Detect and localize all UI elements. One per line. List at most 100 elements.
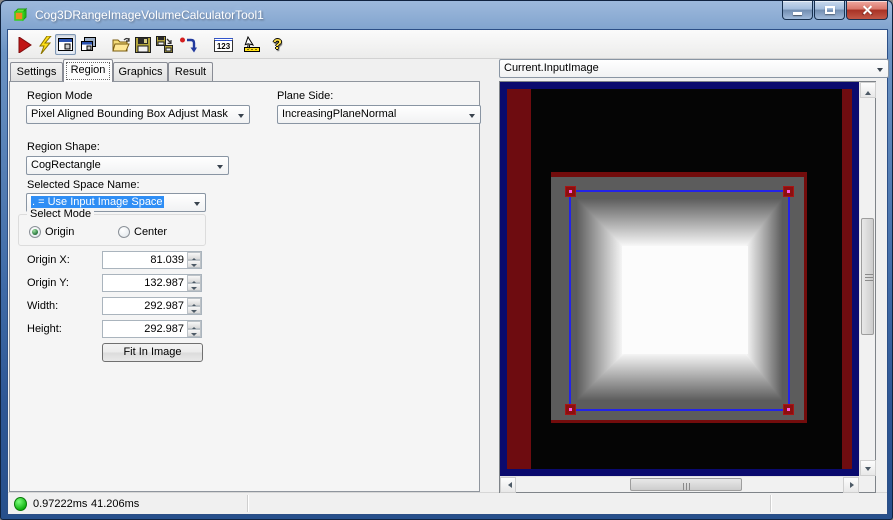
window-title: Cog3DRangeImageVolumeCalculatorTool1 (35, 8, 264, 22)
height-field[interactable]: 292.987 (102, 320, 202, 338)
float-window-icon (80, 37, 96, 51)
chevron-down-icon (877, 68, 883, 75)
region-handle-bottom-left[interactable] (565, 404, 576, 415)
open-button[interactable] (110, 34, 131, 55)
radio-icon (29, 226, 41, 238)
spin-down-button[interactable] (187, 260, 201, 268)
scroll-up-button[interactable] (860, 82, 876, 98)
region-handle-top-left[interactable] (565, 186, 576, 197)
tab-label: Graphics (118, 66, 163, 78)
mask-red-bar-left (507, 89, 531, 469)
focus-rectangle (66, 62, 110, 80)
close-button[interactable] (846, 1, 888, 20)
run-icon (18, 36, 32, 53)
plane-side-combobox[interactable]: IncreasingPlaneNormal (277, 105, 481, 124)
scroll-down-button[interactable] (860, 460, 876, 476)
display-source-value: Current.InputImage (504, 62, 599, 74)
image-viewport[interactable] (500, 82, 859, 476)
cursor-ruler-icon (244, 36, 260, 52)
spin-down-button[interactable] (187, 283, 201, 291)
save-as-icon (155, 36, 173, 53)
close-icon (862, 5, 873, 16)
save-as-button[interactable] (154, 34, 175, 55)
plane-side-label: Plane Side: (277, 90, 334, 102)
chevron-down-icon (469, 114, 475, 121)
origin-x-label: Origin X: (27, 254, 70, 266)
vertical-scroll-thumb[interactable] (861, 218, 874, 335)
region-rectangle-overlay[interactable] (565, 186, 794, 415)
spin-up-button[interactable] (187, 252, 201, 261)
spin-up-button[interactable] (187, 298, 201, 307)
origin-y-value: 132.987 (144, 277, 184, 289)
run-button[interactable] (14, 34, 35, 55)
status-green-indicator (14, 497, 27, 511)
maximize-button[interactable] (814, 1, 845, 20)
execution-time: 0.97222ms (33, 498, 88, 510)
mask-red-bar-right (842, 89, 852, 469)
status-separator (770, 495, 771, 512)
maximize-icon (824, 6, 835, 14)
radio-label: Origin (45, 226, 75, 238)
spin-up-button[interactable] (187, 321, 201, 330)
arrow-down-icon (865, 467, 871, 474)
width-label: Width: (27, 300, 59, 312)
region-mode-label: Region Mode (27, 90, 93, 102)
client-area: 123 ? Settings Region Graphics Result Re… (7, 29, 889, 515)
app-cube-icon (13, 7, 28, 22)
plane-side-value: IncreasingPlaneNormal (282, 108, 397, 120)
help-button[interactable]: ? (267, 34, 288, 55)
tab-region[interactable]: Region (63, 59, 113, 82)
tab-result[interactable]: Result (168, 62, 213, 81)
scroll-right-button[interactable] (843, 477, 859, 493)
reset-button[interactable] (177, 34, 198, 55)
tab-graphics[interactable]: Graphics (113, 62, 168, 81)
radio-origin[interactable]: Origin (29, 226, 74, 238)
width-stepper (187, 298, 201, 314)
region-shape-value: CogRectangle (31, 159, 101, 171)
scrollbar-corner (859, 476, 875, 492)
run-continuous-button[interactable] (34, 34, 55, 55)
region-handle-top-right[interactable] (783, 186, 794, 197)
select-mode-group: Select Mode Origin Center (18, 208, 206, 246)
chevron-down-icon (238, 114, 244, 121)
display-source-combobox[interactable]: Current.InputImage (499, 59, 889, 78)
lightning-icon (38, 35, 52, 54)
origin-x-field[interactable]: 81.039 (102, 251, 202, 269)
region-handle-bottom-right[interactable] (783, 404, 794, 415)
origin-y-field[interactable]: 132.987 (102, 274, 202, 292)
horizontal-scroll-thumb[interactable] (630, 478, 742, 491)
save-icon (134, 36, 151, 53)
region-shape-combobox[interactable]: CogRectangle (26, 156, 229, 175)
chevron-down-icon (194, 202, 200, 209)
scroll-left-button[interactable] (500, 477, 516, 493)
arrow-up-icon (865, 88, 871, 95)
float-image-display-button[interactable] (78, 34, 99, 55)
height-value: 292.987 (144, 323, 184, 335)
electrode-button[interactable] (242, 34, 263, 55)
save-button[interactable] (132, 34, 153, 55)
region-mode-value: Pixel Aligned Bounding Box Adjust Mask (31, 108, 228, 120)
radio-center[interactable]: Center (118, 226, 167, 238)
origin-x-value: 81.039 (150, 254, 184, 266)
numeric-results-button[interactable]: 123 (213, 34, 234, 55)
vertical-scrollbar[interactable] (859, 82, 876, 476)
spin-up-button[interactable] (187, 275, 201, 284)
application-window: Cog3DRangeImageVolumeCalculatorTool1 123… (0, 0, 893, 520)
chevron-down-icon (217, 165, 223, 172)
fit-in-image-button[interactable]: Fit In Image (102, 343, 203, 362)
title-bar[interactable]: Cog3DRangeImageVolumeCalculatorTool1 (1, 1, 892, 29)
width-field[interactable]: 292.987 (102, 297, 202, 315)
horizontal-scrollbar[interactable] (500, 476, 859, 493)
radio-icon (118, 226, 130, 238)
status-separator (247, 495, 248, 512)
minimize-icon (793, 12, 802, 15)
origin-y-label: Origin Y: (27, 277, 69, 289)
region-mode-combobox[interactable]: Pixel Aligned Bounding Box Adjust Mask (26, 105, 250, 124)
minimize-button[interactable] (782, 1, 813, 20)
tab-settings[interactable]: Settings (10, 62, 63, 81)
spin-down-button[interactable] (187, 329, 201, 337)
show-image-display-button[interactable] (55, 34, 76, 55)
tab-label: Settings (16, 66, 57, 78)
height-stepper (187, 321, 201, 337)
spin-down-button[interactable] (187, 306, 201, 314)
